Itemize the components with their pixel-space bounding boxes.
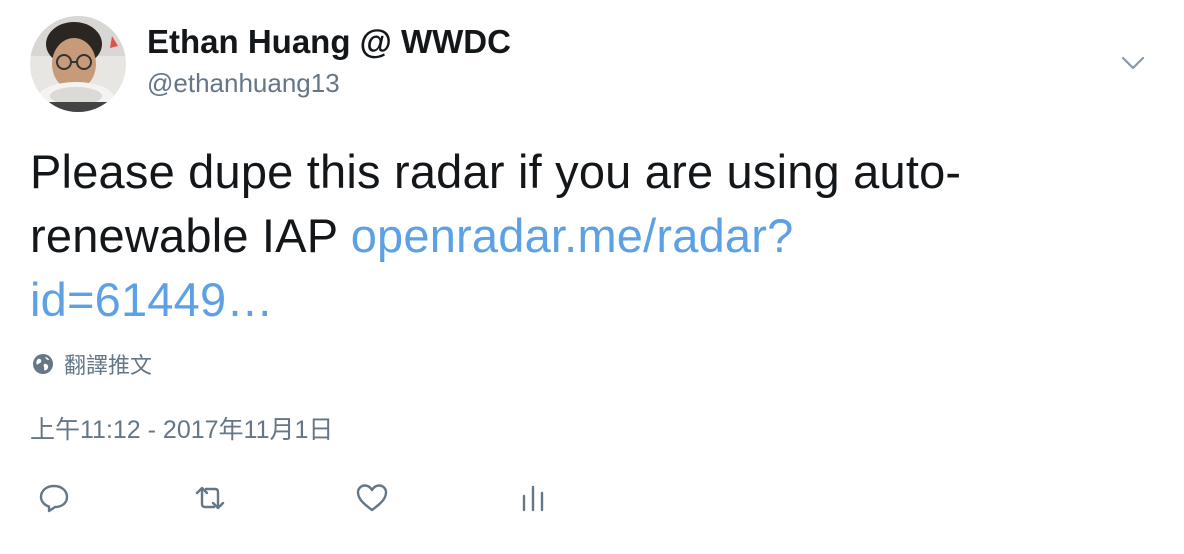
translate-tweet-button[interactable]: 翻譯推文 (32, 352, 152, 380)
translate-label: 翻譯推文 (64, 353, 153, 378)
display-name[interactable]: Ethan Huang @ WWDC (147, 22, 511, 62)
chevron-down-icon[interactable] (1118, 48, 1148, 78)
username[interactable]: @ethanhuang13 (147, 66, 340, 100)
reply-icon[interactable] (36, 480, 72, 516)
tweet-text: Please dupe this radar if you are using … (30, 140, 1140, 332)
analytics-icon[interactable] (516, 480, 552, 516)
tweet-link-part2: id=61449… (30, 273, 274, 326)
retweet-icon[interactable] (192, 480, 228, 516)
avatar[interactable] (30, 16, 126, 112)
globe-icon (32, 353, 54, 380)
heart-icon[interactable] (354, 480, 390, 516)
tweet-card: Ethan Huang @ WWDC @ethanhuang13 Please … (0, 0, 1184, 554)
tweet-timestamp[interactable]: 上午11:12 - 2017年11月1日 (30, 414, 333, 446)
tweet-link-part1: openradar.me/radar? (350, 209, 794, 262)
